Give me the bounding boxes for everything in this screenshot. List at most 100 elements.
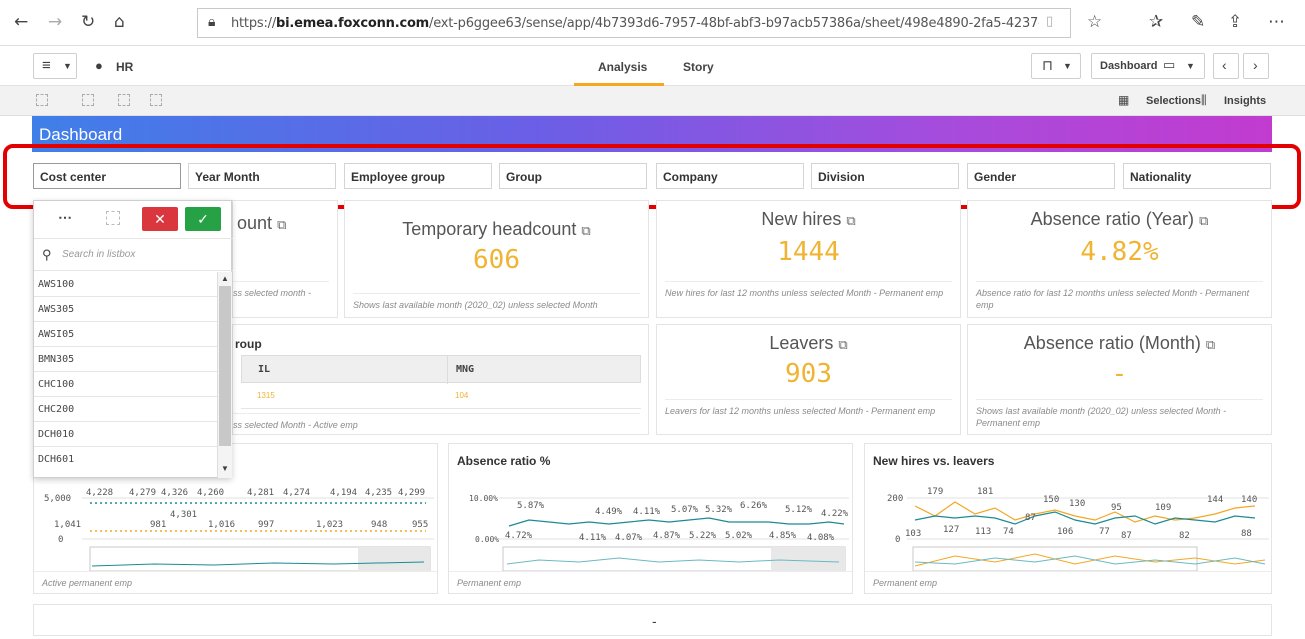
kpi-value: - (1111, 359, 1128, 389)
step-forward-icon[interactable] (118, 94, 130, 106)
data-label: 948 (371, 520, 388, 530)
kpi-note: Absence ratio for last 12 months unless … (976, 281, 1263, 311)
data-label: 981 (150, 520, 167, 530)
data-label: 5.02% (725, 531, 753, 541)
minichart-scroll-thumb[interactable] (771, 547, 845, 571)
data-label: 4,235 (365, 488, 393, 498)
refresh-icon[interactable]: ↻ (81, 12, 95, 32)
more-icon[interactable]: ⋯ (1268, 12, 1285, 32)
kpi-title: New hires ⧉ (761, 209, 856, 229)
insights-button[interactable]: Insights (1224, 95, 1266, 107)
kpi-value: 606 (473, 245, 520, 275)
external-link-icon[interactable]: ⧉ (277, 217, 286, 232)
data-label: 140 (1241, 495, 1258, 505)
scroll-down-icon[interactable]: ▼ (221, 464, 229, 473)
data-label: 4.11% (633, 507, 661, 517)
menu-button[interactable]: ≡ ▼ (33, 53, 77, 79)
browser-toolbar: ← → ↻ ⌂ 🔒︎ https://bi.emea.foxconn.com/e… (0, 0, 1305, 46)
share-icon[interactable]: ⇪ (1228, 12, 1242, 32)
kpi-title: Temporary headcount ⧉ (402, 219, 591, 239)
tab-story[interactable]: Story (683, 60, 714, 74)
list-item[interactable]: CHC200 (34, 397, 217, 422)
data-label: 106 (1057, 527, 1074, 537)
bottom-panel: - (33, 604, 1272, 636)
minichart-line-teal (914, 555, 1266, 565)
address-bar[interactable]: 🔒︎ https://bi.emea.foxconn.com/ext-p6gge… (197, 8, 1071, 38)
external-link-icon[interactable]: ⧉ (581, 223, 590, 238)
back-arrow-icon[interactable]: ← (14, 12, 28, 32)
data-label: 179 (927, 487, 944, 497)
kpi-absence-year-card: Absence ratio (Year) ⧉ 4.82% Absence rat… (967, 200, 1272, 318)
data-label: 5.07% (671, 505, 699, 515)
column-header-il[interactable]: IL (258, 364, 270, 375)
kpi-value: 4.82% (1080, 237, 1159, 267)
absence-series-line (508, 517, 845, 527)
favorites-list-icon[interactable]: ✰ (1149, 12, 1163, 32)
confirm-selection-button[interactable]: ✓ (185, 207, 221, 231)
data-label: 4,326 (161, 488, 189, 498)
kpi-note: New hires for last 12 months unless sele… (665, 281, 952, 299)
list-item[interactable]: AWSI05 (34, 322, 217, 347)
list-item[interactable]: BMN305 (34, 347, 217, 372)
y-tick: 5,000 (44, 494, 72, 504)
clear-selections-icon[interactable] (150, 94, 162, 106)
tab-analysis[interactable]: Analysis (598, 60, 647, 74)
group-table-card: roup IL MNG 1315 104 ss selected Month -… (232, 324, 649, 435)
pen-icon[interactable]: ✎ (1191, 12, 1205, 32)
list-item[interactable]: AWS305 (34, 297, 217, 322)
data-label: 955 (412, 520, 429, 530)
next-sheet-button[interactable]: › (1243, 53, 1269, 79)
scroll-up-icon[interactable]: ▲ (221, 274, 229, 283)
kpi-new-hires-card: New hires ⧉ 1444 New hires for last 12 m… (656, 200, 961, 318)
absence-ratio-chart: Absence ratio % 10.00% 0.00% 5.87% 4.49%… (448, 443, 853, 594)
smart-search-icon[interactable] (36, 94, 48, 106)
external-link-icon[interactable]: ⧉ (838, 337, 847, 352)
reading-view-icon[interactable]: ▯ (1046, 14, 1053, 29)
data-label: 4,301 (170, 510, 198, 520)
globe-icon: ● (95, 58, 103, 73)
y-tick: 0 (58, 535, 64, 545)
data-label: 127 (943, 525, 960, 535)
external-link-icon[interactable]: ⧉ (1199, 213, 1208, 228)
column-header-mng[interactable]: MNG (456, 364, 474, 375)
external-link-icon[interactable]: ⧉ (846, 213, 855, 228)
favorite-star-icon[interactable]: ☆ (1087, 12, 1102, 32)
previous-sheet-button[interactable]: ‹ (1213, 53, 1239, 79)
bookmark-button[interactable]: ⊓ ▼ (1031, 53, 1081, 79)
forward-arrow-icon[interactable]: → (48, 12, 62, 32)
cancel-selection-button[interactable]: ✕ (142, 207, 178, 231)
data-label: 4.07% (615, 533, 643, 543)
sheet-selector[interactable]: Dashboard ▭ ▼ (1091, 53, 1205, 79)
external-link-icon[interactable]: ⧉ (1206, 337, 1215, 352)
kpi-headcount-card: ount ⧉ ss selected month - (232, 200, 338, 318)
selections-button[interactable]: Selections (1146, 95, 1201, 107)
list-item[interactable]: CHC100 (34, 372, 217, 397)
data-label: 5.22% (689, 531, 717, 541)
sheet-icon: ▭ (1163, 57, 1176, 72)
data-label: 4,274 (283, 488, 311, 498)
data-label: 113 (975, 527, 992, 537)
y-tick: 0.00% (475, 535, 500, 544)
new-hires-vs-leavers-svg (907, 497, 1269, 572)
list-item[interactable]: AWS100 (34, 272, 217, 297)
data-label: 109 (1155, 503, 1172, 513)
listbox-search[interactable]: ⚲ Search in listbox (34, 239, 233, 271)
data-label: 5.87% (517, 501, 545, 511)
more-options-icon[interactable]: ⋯ (58, 209, 72, 226)
home-icon[interactable]: ⌂ (114, 12, 125, 32)
new-hires-vs-leavers-chart: New hires vs. leavers 200 0 179 181 150 … (864, 443, 1272, 594)
clear-selection-icon[interactable] (106, 211, 120, 225)
scrollbar-thumb[interactable] (219, 286, 231, 446)
data-label: 4.08% (807, 533, 835, 543)
chart-footer: Active permanent emp (34, 571, 437, 593)
kpi-absence-month-card: Absence ratio (Month) ⧉ - Shows last ava… (967, 324, 1272, 435)
chart-footer: Permanent emp (865, 571, 1271, 593)
minichart-scroll-thumb[interactable] (358, 547, 430, 571)
list-item[interactable]: DCH010 (34, 422, 217, 447)
kpi-title: Absence ratio (Month) ⧉ (1023, 333, 1216, 353)
chart-footer: Permanent emp (449, 571, 852, 593)
list-item[interactable]: DCH601 (34, 447, 217, 472)
step-back-icon[interactable] (82, 94, 94, 106)
selections-icon: ▦ (1118, 93, 1130, 107)
listbox-scrollbar[interactable]: ▲ ▼ (217, 272, 232, 478)
